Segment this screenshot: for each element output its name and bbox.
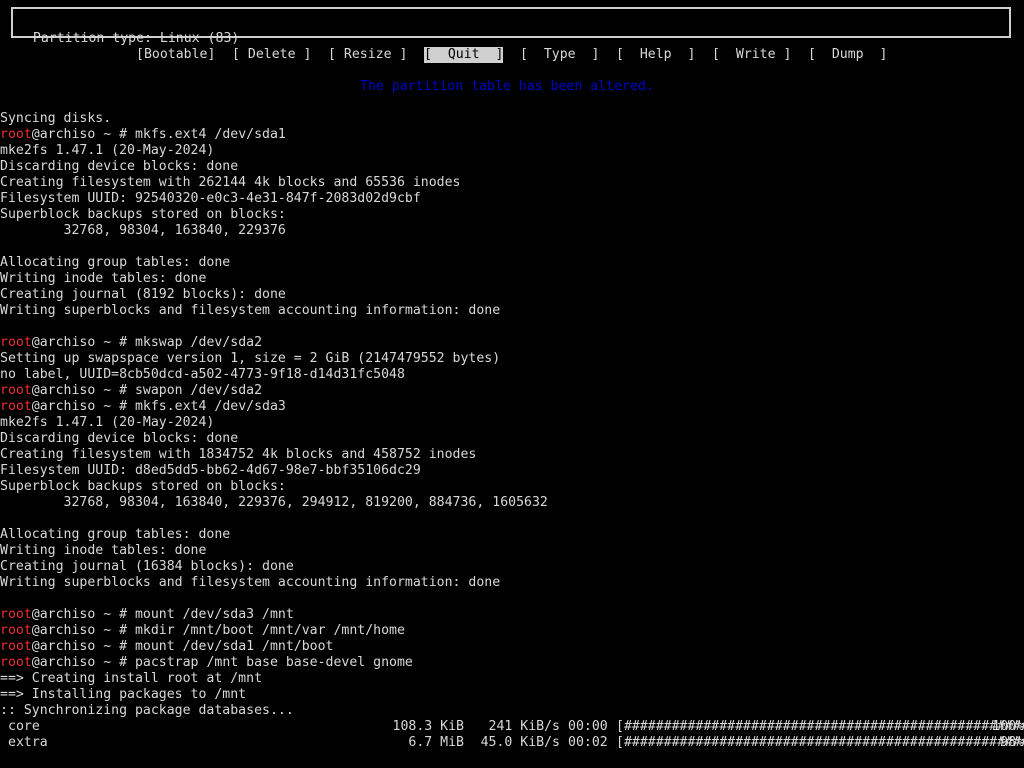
prompt-line: root@archiso ~ # pacstrap /mnt base base… [0, 655, 1024, 671]
progress-percent: 98% [1000, 735, 1024, 750]
prompt-user: root [0, 639, 32, 654]
prompt-host: @archiso ~ # [31, 335, 135, 350]
download-time: 00:02 [568, 735, 608, 750]
prompt-user: root [0, 655, 32, 670]
prompt-line: root@archiso ~ # mkswap /dev/sda2 [0, 335, 1024, 351]
command-text: pacstrap /mnt base base-devel gnome [134, 655, 413, 670]
prompt-line: root@archiso ~ # mount /dev/sda1 /mnt/bo… [0, 639, 1024, 655]
prompt-line: root@archiso ~ # mkfs.ext4 /dev/sda3 [0, 399, 1024, 415]
prompt-host: @archiso ~ # [31, 399, 135, 414]
quit-button[interactable]: [ Quit ] [424, 47, 504, 63]
status-message: The partition table has been altered. [360, 79, 654, 94]
output-line: Setting up swapspace version 1, size = 2… [0, 351, 501, 366]
output-line: Filesystem UUID: d8ed5dd5-bb62-4d67-98e7… [0, 463, 421, 478]
help-button[interactable]: [ Help ] [616, 47, 695, 63]
prompt-host: @archiso ~ # [31, 655, 135, 670]
output-line: mke2fs 1.47.1 (20-May-2024) [0, 415, 215, 430]
output-line: Superblock backups stored on blocks: [0, 479, 286, 494]
output-line: 32768, 98304, 163840, 229376, 294912, 81… [0, 495, 548, 510]
type-button[interactable]: [ Type ] [520, 47, 599, 63]
repo-name: core [8, 719, 40, 734]
output-line: Discarding device blocks: done [0, 431, 239, 446]
prompt-host: @archiso ~ # [31, 639, 135, 654]
output-line: Writing superblocks and filesystem accou… [0, 303, 501, 318]
prompt-user: root [0, 335, 32, 350]
command-text: mkfs.ext4 /dev/sda3 [134, 399, 286, 414]
download-speed: 45.0 KiB/s [480, 735, 560, 750]
prompt-line: root@archiso ~ # mkfs.ext4 /dev/sda1 [0, 127, 1024, 143]
progress-row: core 108.3 KiB 241 KiB/s 00:00 [############… [0, 719, 1024, 735]
output-line: Syncing disks. [0, 111, 112, 126]
output-line: Writing inode tables: done [0, 271, 207, 286]
partition-type-label: Partition type: Linux (83) [32, 31, 240, 46]
command-text: mkdir /mnt/boot /mnt/var /mnt/home [134, 623, 405, 638]
output-line: Creating journal (8192 blocks): done [0, 287, 286, 302]
output-line: Writing superblocks and filesystem accou… [0, 575, 501, 590]
download-time: 00:00 [568, 719, 608, 734]
prompt-host: @archiso ~ # [31, 607, 135, 622]
bootable-button[interactable]: [Bootable] [136, 47, 215, 63]
output-line: Allocating group tables: done [0, 255, 231, 270]
partition-type-box: Partition type: Linux (83) [11, 7, 1011, 46]
output-line: Creating filesystem with 1834752 4k bloc… [0, 447, 477, 462]
delete-button[interactable]: [ Delete ] [232, 47, 311, 63]
output-line: 32768, 98304, 163840, 229376 [0, 223, 286, 238]
progress-bar: [#######################################… [616, 719, 1024, 734]
output-line: Writing inode tables: done [0, 543, 207, 558]
output-line: :: Synchronizing package databases... [0, 703, 294, 718]
progress-bar: [#######################################… [616, 735, 1024, 750]
output-line: Allocating group tables: done [0, 527, 231, 542]
prompt-user: root [0, 127, 32, 142]
repo-name: extra [8, 735, 48, 750]
output-line: Discarding device blocks: done [0, 159, 239, 174]
output-line: Creating filesystem with 262144 4k block… [0, 175, 461, 190]
progress-row: extra 6.7 MiB 45.0 KiB/s 00:02 [############… [0, 735, 1024, 751]
fdisk-menu-bar: [Bootable] [ Delete ] [ Resize ] [ Quit … [0, 47, 1024, 63]
command-text: mount /dev/sda1 /mnt/boot [134, 639, 334, 654]
prompt-host: @archiso ~ # [31, 623, 135, 638]
prompt-line: root@archiso ~ # mount /dev/sda3 /mnt [0, 607, 1024, 623]
output-line: no label, UUID=8cb50dcd-a502-4773-9f18-d… [0, 367, 405, 382]
command-text: mkswap /dev/sda2 [134, 335, 263, 350]
prompt-host: @archiso ~ # [31, 383, 135, 398]
prompt-user: root [0, 623, 32, 638]
output-line: ==> Creating install root at /mnt [0, 671, 263, 686]
output-line: Superblock backups stored on blocks: [0, 207, 286, 222]
write-button[interactable]: [ Write ] [712, 47, 791, 63]
prompt-user: root [0, 607, 32, 622]
download-size: 108.3 KiB [392, 719, 464, 734]
dump-button[interactable]: [ Dump ] [808, 47, 887, 63]
output-line: mke2fs 1.47.1 (20-May-2024) [0, 143, 215, 158]
prompt-line: root@archiso ~ # mkdir /mnt/boot /mnt/va… [0, 623, 1024, 639]
prompt-user: root [0, 399, 32, 414]
output-line: Filesystem UUID: 92540320-e0c3-4e31-847f… [0, 191, 421, 206]
progress-percent: 100% [992, 719, 1024, 734]
resize-button[interactable]: [ Resize ] [328, 47, 407, 63]
command-text: mount /dev/sda3 /mnt [134, 607, 294, 622]
download-speed: 241 KiB/s [488, 719, 560, 734]
prompt-user: root [0, 383, 32, 398]
output-line: Creating journal (16384 blocks): done [0, 559, 294, 574]
prompt-line: root@archiso ~ # swapon /dev/sda2 [0, 383, 1024, 399]
command-text: mkfs.ext4 /dev/sda1 [134, 127, 286, 142]
terminal-output[interactable]: Syncing disks. root@archiso ~ # mkfs.ext4… [0, 111, 1024, 751]
prompt-host: @archiso ~ # [31, 127, 135, 142]
output-line: ==> Installing packages to /mnt [0, 687, 247, 702]
download-size: 6.7 MiB [408, 735, 464, 750]
command-text: swapon /dev/sda2 [134, 383, 263, 398]
